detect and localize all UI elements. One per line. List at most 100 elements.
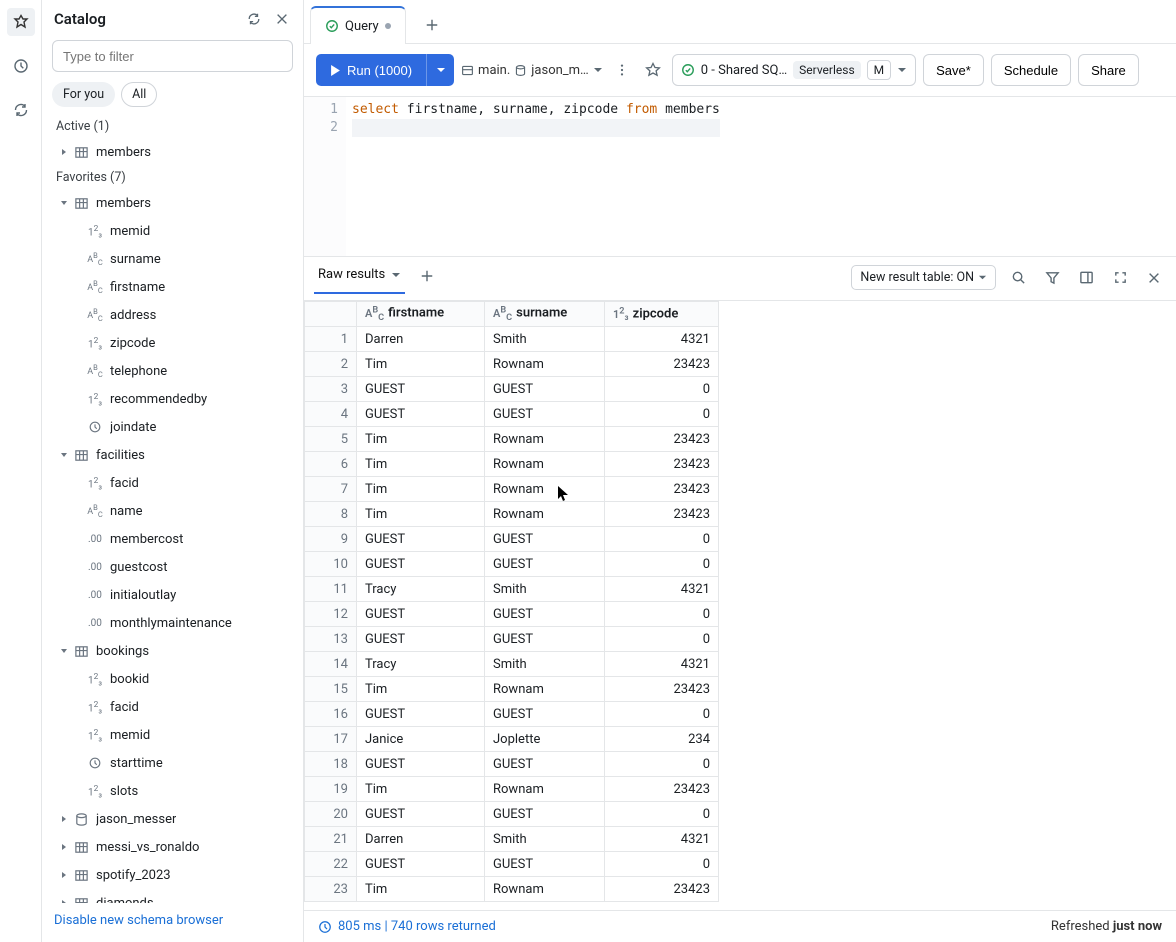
cell[interactable]: GUEST: [485, 527, 605, 552]
cell[interactable]: 0: [605, 402, 719, 427]
table-row[interactable]: 13GUESTGUEST0: [305, 627, 719, 652]
schedule-button[interactable]: Schedule: [991, 54, 1071, 86]
filter-results-icon[interactable]: [1040, 266, 1064, 290]
cell[interactable]: 0: [605, 752, 719, 777]
cell[interactable]: 23423: [605, 677, 719, 702]
table-row[interactable]: 8TimRownam23423: [305, 502, 719, 527]
tree-column-surname[interactable]: ABC surname: [46, 245, 299, 273]
disable-schema-browser-link[interactable]: Disable new schema browser: [42, 903, 303, 942]
tree-item-diamonds[interactable]: diamonds: [46, 889, 299, 903]
tree-item-members[interactable]: members: [46, 189, 299, 217]
cell[interactable]: Joplette: [485, 727, 605, 752]
col-header-zipcode[interactable]: 12₃zipcode: [605, 302, 719, 327]
sql-editor[interactable]: 12 select firstname, surname, zipcode fr…: [304, 97, 1176, 257]
tree-column-joindate[interactable]: joindate: [46, 413, 299, 441]
cell[interactable]: GUEST: [357, 752, 485, 777]
cell[interactable]: Tim: [357, 427, 485, 452]
refresh-catalog-icon[interactable]: [243, 8, 265, 30]
cell[interactable]: 0: [605, 802, 719, 827]
cell[interactable]: GUEST: [485, 377, 605, 402]
cell[interactable]: Smith: [485, 327, 605, 352]
cell[interactable]: 0: [605, 552, 719, 577]
refresh-rail-icon[interactable]: [7, 96, 35, 124]
cell[interactable]: Rownam: [485, 677, 605, 702]
cell[interactable]: 234: [605, 727, 719, 752]
editor-code[interactable]: select firstname, surname, zipcode from …: [346, 97, 726, 256]
tree-column-initialoutlay[interactable]: .00 initialoutlay: [46, 581, 299, 609]
compute-picker[interactable]: 0 - Shared SQ… Serverless M: [672, 54, 916, 86]
cell[interactable]: Rownam: [485, 877, 605, 902]
cell[interactable]: 23423: [605, 777, 719, 802]
tab-query[interactable]: Query: [310, 6, 406, 44]
chevron-icon[interactable]: [56, 643, 72, 659]
tree-item-spotify_2023[interactable]: spotify_2023: [46, 861, 299, 889]
cell[interactable]: Tim: [357, 502, 485, 527]
cell[interactable]: GUEST: [357, 527, 485, 552]
cell[interactable]: Smith: [485, 577, 605, 602]
cell[interactable]: Darren: [357, 827, 485, 852]
share-button[interactable]: Share: [1078, 54, 1139, 86]
table-row[interactable]: 1DarrenSmith4321: [305, 327, 719, 352]
table-row[interactable]: 4GUESTGUEST0: [305, 402, 719, 427]
chevron-icon[interactable]: [56, 867, 72, 883]
cell[interactable]: GUEST: [357, 602, 485, 627]
table-row[interactable]: 21DarrenSmith4321: [305, 827, 719, 852]
cell[interactable]: Tim: [357, 877, 485, 902]
tree-column-firstname[interactable]: ABC firstname: [46, 273, 299, 301]
tree-column-address[interactable]: ABC address: [46, 301, 299, 329]
tree-column-zipcode[interactable]: 12₃ zipcode: [46, 329, 299, 357]
cell[interactable]: GUEST: [357, 377, 485, 402]
cell[interactable]: Darren: [357, 327, 485, 352]
context-schema-picker[interactable]: main. jason_m…: [461, 63, 603, 78]
tree-column-telephone[interactable]: ABC telephone: [46, 357, 299, 385]
tree-column-guestcost[interactable]: .00 guestcost: [46, 553, 299, 581]
cell[interactable]: GUEST: [357, 702, 485, 727]
new-tab-button[interactable]: [418, 11, 446, 39]
tree-column-memid[interactable]: 12₃ memid: [46, 721, 299, 749]
cell[interactable]: Rownam: [485, 477, 605, 502]
table-row[interactable]: 3GUESTGUEST0: [305, 377, 719, 402]
tree-column-facid[interactable]: 12₃ facid: [46, 469, 299, 497]
table-row[interactable]: 10GUESTGUEST0: [305, 552, 719, 577]
tree-item-members[interactable]: members: [46, 138, 299, 166]
cell[interactable]: 4321: [605, 827, 719, 852]
cell[interactable]: 0: [605, 852, 719, 877]
cell[interactable]: GUEST: [485, 602, 605, 627]
cell[interactable]: GUEST: [485, 702, 605, 727]
cell[interactable]: 4321: [605, 327, 719, 352]
cell[interactable]: 23423: [605, 427, 719, 452]
chip-for-you[interactable]: For you: [52, 82, 115, 107]
tree-column-slots[interactable]: 12₃ slots: [46, 777, 299, 805]
chevron-icon[interactable]: [56, 195, 72, 211]
cell[interactable]: 23423: [605, 352, 719, 377]
cell[interactable]: Rownam: [485, 352, 605, 377]
cell[interactable]: 23423: [605, 452, 719, 477]
tree-item-jason_messer[interactable]: jason_messer: [46, 805, 299, 833]
cell[interactable]: 23423: [605, 502, 719, 527]
cell[interactable]: Rownam: [485, 427, 605, 452]
cell[interactable]: Tracy: [357, 577, 485, 602]
save-button[interactable]: Save*: [923, 54, 984, 86]
cell[interactable]: GUEST: [485, 552, 605, 577]
cell[interactable]: Janice: [357, 727, 485, 752]
cell[interactable]: Rownam: [485, 502, 605, 527]
rownum-header[interactable]: [305, 302, 357, 327]
table-row[interactable]: 11TracySmith4321: [305, 577, 719, 602]
toggle-panel-icon[interactable]: [1074, 266, 1098, 290]
table-row[interactable]: 19TimRownam23423: [305, 777, 719, 802]
table-row[interactable]: 6TimRownam23423: [305, 452, 719, 477]
favorite-star-icon[interactable]: [641, 58, 665, 82]
cell[interactable]: GUEST: [357, 402, 485, 427]
table-row[interactable]: 15TimRownam23423: [305, 677, 719, 702]
cell[interactable]: Rownam: [485, 452, 605, 477]
chevron-icon[interactable]: [56, 144, 72, 160]
new-result-table-toggle[interactable]: New result table: ON: [851, 265, 996, 290]
table-row[interactable]: 7TimRownam23423: [305, 477, 719, 502]
cell[interactable]: 23423: [605, 477, 719, 502]
cell[interactable]: Tim: [357, 777, 485, 802]
table-row[interactable]: 12GUESTGUEST0: [305, 602, 719, 627]
cell[interactable]: GUEST: [357, 627, 485, 652]
cell[interactable]: GUEST: [357, 852, 485, 877]
tree-column-starttime[interactable]: starttime: [46, 749, 299, 777]
search-results-icon[interactable]: [1006, 266, 1030, 290]
